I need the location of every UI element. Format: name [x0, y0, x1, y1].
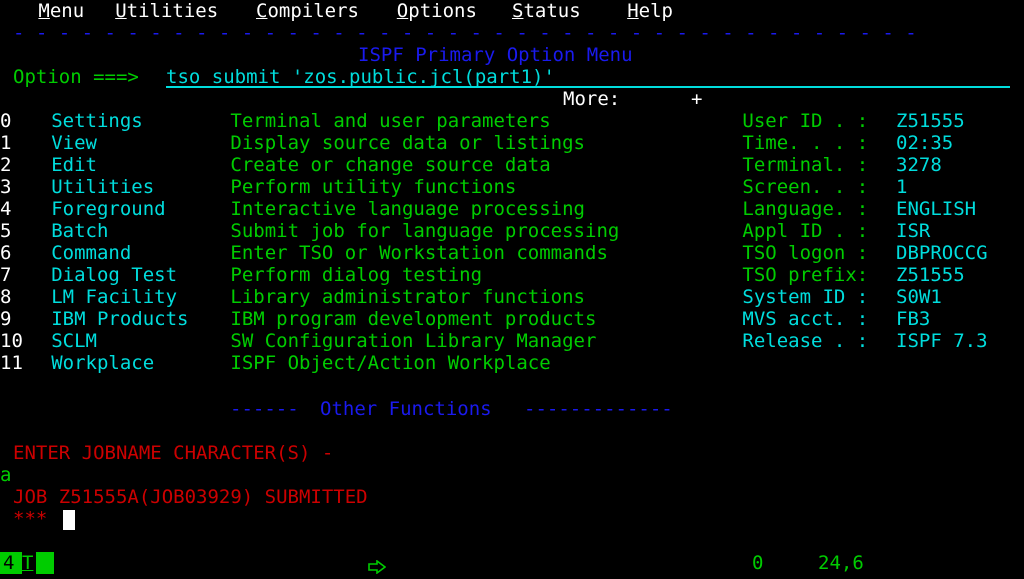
session-value-appl-id: ISR [896, 220, 931, 242]
option-number-2: 2 [0, 154, 12, 176]
option-description-1: Display source data or listings [230, 132, 585, 154]
option-name-view[interactable]: View [51, 132, 97, 154]
option-name-foreground[interactable]: Foreground [51, 198, 165, 220]
option-description-9: IBM program development products [230, 308, 597, 330]
field-count-indicator: 0 [752, 552, 764, 574]
option-description-8: Library administrator functions [230, 286, 585, 308]
cursor-position-indicator: 24,6 [818, 552, 864, 574]
option-description-3: Perform utility functions [230, 176, 517, 198]
other-functions-left-dashes: ------ [230, 398, 299, 420]
session-label-language: Language. : [742, 198, 869, 220]
option-name-edit[interactable]: Edit [51, 154, 97, 176]
menu-item-label: ompilers [267, 0, 359, 22]
three-asterisks-prompt: *** [13, 508, 48, 530]
jobname-prompt-message: ENTER JOBNAME CHARACTER(S) - [13, 442, 334, 464]
session-value-release: ISPF 7.3 [896, 330, 988, 352]
option-name-lm-facility[interactable]: LM Facility [51, 286, 177, 308]
option-number-3: 3 [0, 176, 12, 198]
other-functions-right-dashes: ------------- [524, 398, 673, 420]
menu-item-help[interactable]: Help [627, 0, 673, 22]
other-functions-label: Other Functions [320, 398, 492, 420]
menu-item-label: tatus [523, 0, 581, 22]
menu-item-status[interactable]: Status [512, 0, 581, 22]
option-number-10: 10 [0, 330, 23, 352]
menu-mnemonic-c: C [256, 0, 268, 22]
menu-item-label: ptions [408, 0, 477, 22]
session-label-tso-prefix: TSO prefix: [742, 264, 869, 286]
session-label-system-id: System ID : [742, 286, 869, 308]
option-number-11: 11 [0, 352, 23, 374]
session-value-user-id: Z51555 [896, 110, 965, 132]
session-value-screen: 1 [896, 176, 908, 198]
session-value-tso-logon: DBPROCCG [896, 242, 988, 264]
option-description-6: Enter TSO or Workstation commands [230, 242, 608, 264]
command-prompt-label: Option ===> [13, 66, 139, 88]
session-value-system-id: S0W1 [896, 286, 942, 308]
option-number-6: 6 [0, 242, 12, 264]
menu-item-menu[interactable]: Menu [38, 0, 84, 22]
status-bar: 4 T 0 24,6 [0, 550, 1024, 576]
panel-title: ISPF Primary Option Menu [358, 44, 633, 66]
session-label-release: Release . : [742, 330, 869, 352]
session-label-tso-logon: TSO logon : [742, 242, 869, 264]
option-description-5: Submit job for language processing [230, 220, 620, 242]
menu-mnemonic-u: U [115, 0, 127, 22]
option-number-4: 4 [0, 198, 12, 220]
scroll-more-value: + [691, 88, 703, 110]
option-description-10: SW Configuration Library Manager [230, 330, 597, 352]
option-description-0: Terminal and user parameters [230, 110, 551, 132]
menu-mnemonic-m: M [38, 0, 50, 22]
option-description-4: Interactive language processing [230, 198, 585, 220]
text-cursor [63, 510, 75, 530]
scroll-more-label: More: [563, 88, 621, 110]
option-name-command[interactable]: Command [51, 242, 131, 264]
session-label-time: Time. . . : [742, 132, 869, 154]
menu-item-utilities[interactable]: Utilities [115, 0, 218, 22]
option-number-9: 9 [0, 308, 12, 330]
terminal-mode-indicator: T [22, 552, 34, 574]
option-name-utilities[interactable]: Utilities [51, 176, 154, 198]
connection-indicator: 4 [3, 552, 15, 574]
session-label-mvs-acct: MVS acct. : [742, 308, 869, 330]
menu-mnemonic-s: S [512, 0, 524, 22]
option-number-7: 7 [0, 264, 12, 286]
status-filler-block [36, 552, 54, 574]
option-name-batch[interactable]: Batch [51, 220, 108, 242]
option-number-8: 8 [0, 286, 12, 308]
option-name-sclm[interactable]: SCLM [51, 330, 97, 352]
menu-item-options[interactable]: Options [397, 0, 477, 22]
session-value-tso-prefix: Z51555 [896, 264, 965, 286]
option-number-0: 0 [0, 110, 12, 132]
menu-mnemonic-o: O [396, 0, 409, 22]
session-value-time: 02:35 [896, 132, 954, 154]
menu-item-compilers[interactable]: Compilers [256, 0, 359, 22]
option-number-1: 1 [0, 132, 12, 154]
menu-mnemonic-h: H [627, 0, 639, 22]
option-number-5: 5 [0, 220, 12, 242]
menu-item-label: tilities [126, 0, 219, 22]
session-value-terminal: 3278 [896, 154, 942, 176]
job-submitted-message: JOB Z51555A(JOB03929) SUBMITTED [13, 486, 368, 508]
session-value-language: ENGLISH [896, 198, 977, 220]
option-description-7: Perform dialog testing [230, 264, 483, 286]
session-label-screen: Screen. . : [742, 176, 869, 198]
option-name-workplace[interactable]: Workplace [51, 352, 154, 374]
session-label-appl-id: Appl ID . : [742, 220, 869, 242]
option-description-11: ISPF Object/Action Workplace [230, 352, 551, 374]
session-label-terminal: Terminal. : [742, 154, 869, 176]
session-label-user-id: User ID . : [742, 110, 869, 132]
menu-item-label: elp [638, 0, 673, 22]
option-name-settings[interactable]: Settings [51, 110, 143, 132]
terminal-screen: Menu Utilities Compilers Options Status Help … [0, 0, 1024, 576]
jobname-user-input[interactable]: a [0, 464, 11, 486]
option-name-dialog-test[interactable]: Dialog Test [51, 264, 177, 286]
option-description-2: Create or change source data [230, 154, 551, 176]
separator-line: - - - - - - - - - - - - - - - - - - - - … [13, 22, 917, 44]
session-value-mvs-acct: FB3 [896, 308, 931, 330]
option-name-ibm-products[interactable]: IBM Products [51, 308, 188, 330]
menu-item-label: enu [49, 0, 85, 22]
command-input[interactable]: tso submit 'zos.public.jcl(part1)' [166, 66, 555, 88]
